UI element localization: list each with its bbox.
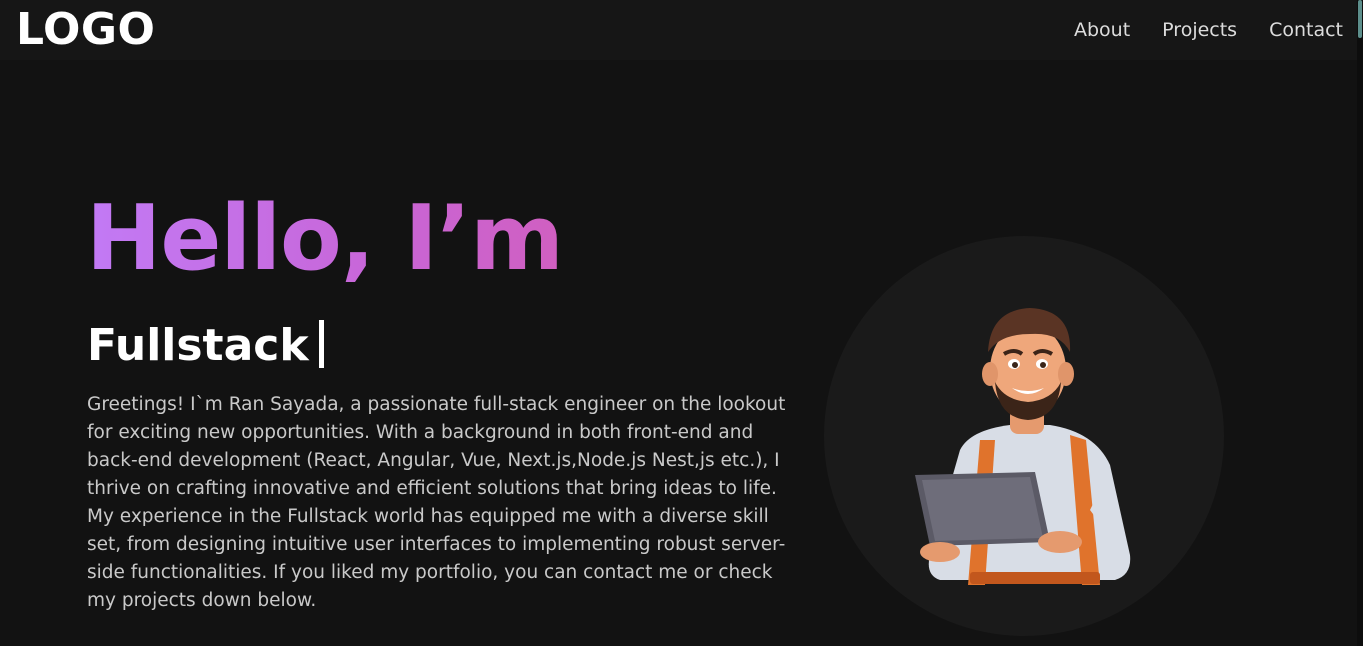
scrollbar-thumb[interactable] [1358, 0, 1362, 38]
page: LOGO About Projects Contact Hello, I’m F… [0, 0, 1363, 646]
developer-avatar-icon [915, 308, 1131, 585]
role-typewriter: Fullstack [87, 320, 324, 373]
nav-links: About Projects Contact [1074, 19, 1343, 41]
navbar: LOGO About Projects Contact [0, 0, 1357, 60]
nav-link-about[interactable]: About [1074, 19, 1130, 41]
nav-link-projects[interactable]: Projects [1162, 19, 1237, 41]
typing-caret [318, 320, 324, 368]
hero-title: Hello, I’m [86, 186, 564, 291]
nav-link-contact[interactable]: Contact [1269, 19, 1343, 41]
intro-paragraph: Greetings! I`m Ran Sayada, a passionate … [87, 394, 786, 611]
scrollbar[interactable] [1357, 0, 1363, 646]
role-text: Fullstack [87, 320, 309, 371]
logo[interactable]: LOGO [16, 8, 155, 52]
